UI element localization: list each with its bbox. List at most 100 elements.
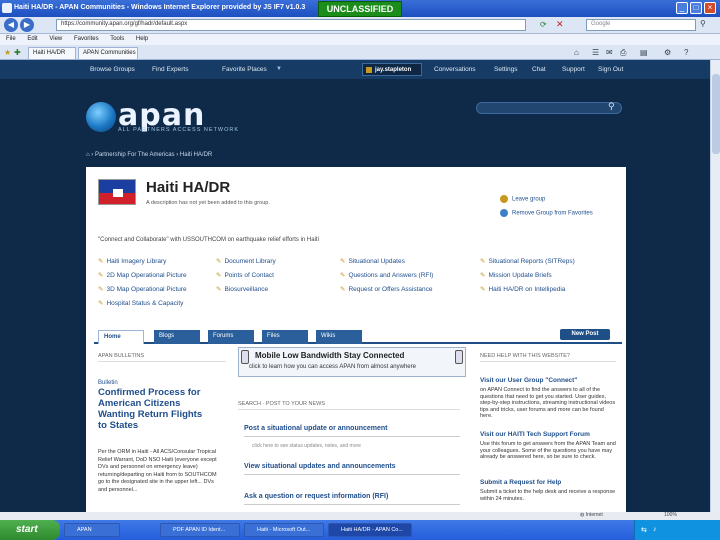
back-arrow-icon[interactable]: ◀ [4,18,18,32]
tools-gear-icon[interactable]: ⚙ [664,48,671,57]
nav-sign-out[interactable]: Sign Out [598,66,623,73]
menu-edit[interactable]: Edit [27,36,37,42]
nav-conversations[interactable]: Conversations [434,66,476,73]
forward-arrow-icon[interactable]: ▶ [20,18,34,32]
minimize-button[interactable]: _ [676,2,688,14]
chevron-down-icon[interactable]: ▼ [276,66,282,72]
help-item-text: Submit a ticket to the help desk and rec… [480,489,616,502]
help-item-title[interactable]: Visit our HAITI Tech Support Forum [480,431,616,438]
link-icon: ✎ [216,272,222,279]
feeds-icon[interactable]: ☰ [592,48,599,57]
task-outlook[interactable]: Haiti - Microsoft Out... [244,523,324,537]
menu-file[interactable]: File [6,36,16,42]
nav-find-experts[interactable]: Find Experts [152,66,189,73]
remove-favorites-link[interactable]: Remove Group from Favorites [500,209,593,217]
quick-link-imagery[interactable]: ✎ Haiti Imagery Library [98,257,166,265]
help-icon[interactable]: ? [684,48,688,57]
menu-view[interactable]: View [49,36,62,42]
stop-icon[interactable]: ✕ [556,19,564,30]
leave-group-link[interactable]: Leave group [500,195,545,203]
quick-link-poc[interactable]: ✎ Points of Contact [216,271,274,279]
avatar-icon [366,67,372,73]
add-favorite-icon[interactable]: ✚ [14,48,21,57]
menu-tools[interactable]: Tools [110,36,124,42]
link-icon: ✎ [98,258,104,265]
scroll-thumb[interactable] [712,74,720,154]
favorites-star-icon[interactable]: ★ [4,48,11,57]
link-icon: ✎ [98,300,104,307]
quick-link-intellipedia[interactable]: ✎ Haiti HA/DR on Intellipedia [480,285,565,293]
link-icon: ✎ [216,286,222,293]
nav-chat[interactable]: Chat [532,66,546,73]
tab-haiti-hadr[interactable]: Haiti HA/DR [28,47,76,59]
link-icon: ✎ [480,272,486,279]
bulletin-body: Per the ORM in Haiti - All ACS/Consular … [98,449,217,493]
breadcrumb-partnership[interactable]: Partnership For The Americas [95,152,175,158]
quick-link-2d-map[interactable]: ✎ 2D Map Operational Picture [98,271,187,279]
window-title: Haiti HA/DR - APAN Communities - Windows… [14,4,306,11]
ask-question-link[interactable]: Ask a question or request information (R… [244,493,460,505]
page-menu-icon[interactable]: ▤ [640,48,648,57]
classification-banner: UNCLASSIFIED [318,1,402,17]
page-scrollbar[interactable] [710,60,720,520]
network-icon[interactable]: ⇆ [641,526,647,534]
new-post-button[interactable]: New Post [560,329,610,340]
help-item-title[interactable]: Submit a Request for Help [480,479,616,486]
print-icon[interactable]: ⎙ [620,48,626,58]
nav-browse-groups[interactable]: Browse Groups [90,66,135,73]
task-apan[interactable]: APAN [64,523,120,537]
close-button[interactable]: × [704,2,716,14]
link-icon: ✎ [340,286,346,293]
help-item-text: Use this forum to get answers from the A… [480,441,616,460]
search-icon[interactable]: ⚲ [608,101,615,112]
bulletin-title[interactable]: Confirmed Process for American Citizens … [98,387,208,431]
address-input[interactable]: https://community.apan.org/gf/hadr/defau… [56,19,526,31]
breadcrumb-haiti[interactable]: Haiti HA/DR [180,152,212,158]
logo-tagline: ALL PARTNERS ACCESS NETWORK [118,127,240,133]
mobile-banner[interactable]: Mobile Low Bandwidth Stay Connected clic… [238,347,466,377]
help-item-title[interactable]: Visit our User Group "Connect" [480,377,616,384]
view-updates-link[interactable]: View situational updates and announcemen… [244,463,460,475]
tab-wikis[interactable]: Wikis [316,330,362,344]
tab-apan-communities[interactable]: APAN Communities [78,47,138,59]
quick-link-biosurveillance[interactable]: ✎ Biosurveillance [216,285,268,293]
user-menu[interactable]: jay.stapleton [362,63,422,76]
quick-link-documents[interactable]: ✎ Document Library [216,257,276,265]
task-pdf[interactable]: PDF APAN ID Ident... [160,523,240,537]
link-icon: ✎ [340,258,346,265]
home-icon[interactable]: ⌂ [574,48,579,57]
leave-icon [500,195,508,203]
start-button[interactable]: start [0,520,60,540]
quick-link-3d-map[interactable]: ✎ 3D Map Operational Picture [98,285,187,293]
zoom-level[interactable]: 100% [664,512,677,518]
post-update-link[interactable]: Post a situational update or announcemen… [244,425,460,437]
site-search-input[interactable] [476,102,622,114]
refresh-icon[interactable]: ⟳ [540,20,547,29]
volume-icon[interactable]: ♪ [653,526,657,533]
tab-files[interactable]: Files [262,330,308,344]
quick-link-sitreps[interactable]: ✎ Situational Reports (SITReps) [480,257,575,265]
username: jay.stapleton [375,67,412,73]
tab-forums[interactable]: Forums [208,330,254,344]
mail-icon[interactable]: ✉ [606,48,613,57]
mobile-phone-icon [241,350,249,364]
home-icon[interactable]: ⌂ [86,152,90,158]
search-icon[interactable]: ⚲ [700,19,706,28]
quick-link-hospital[interactable]: ✎ Hospital Status & Capacity [98,299,183,307]
quick-link-briefs[interactable]: ✎ Mission Update Briefs [480,271,552,279]
menu-favorites[interactable]: Favorites [74,36,99,42]
maximize-button[interactable]: □ [690,2,702,14]
tab-home[interactable]: Home [98,330,144,344]
nav-support[interactable]: Support [562,66,585,73]
quick-link-assistance[interactable]: ✎ Request or Offers Assistance [340,285,433,293]
tab-blogs[interactable]: Blogs [154,330,200,344]
task-ie-haiti[interactable]: Haiti HA/DR - APAN Co... [328,523,412,537]
quick-link-sit-updates[interactable]: ✎ Situational Updates [340,257,405,265]
nav-settings[interactable]: Settings [494,66,518,73]
globe-logo-icon [86,102,116,132]
browser-search-input[interactable]: Google [586,19,696,31]
link-icon: ✎ [480,286,486,293]
quick-link-rfi[interactable]: ✎ Questions and Answers (RFI) [340,271,433,279]
nav-favorite-places[interactable]: Favorite Places [222,66,267,73]
menu-help[interactable]: Help [136,36,148,42]
